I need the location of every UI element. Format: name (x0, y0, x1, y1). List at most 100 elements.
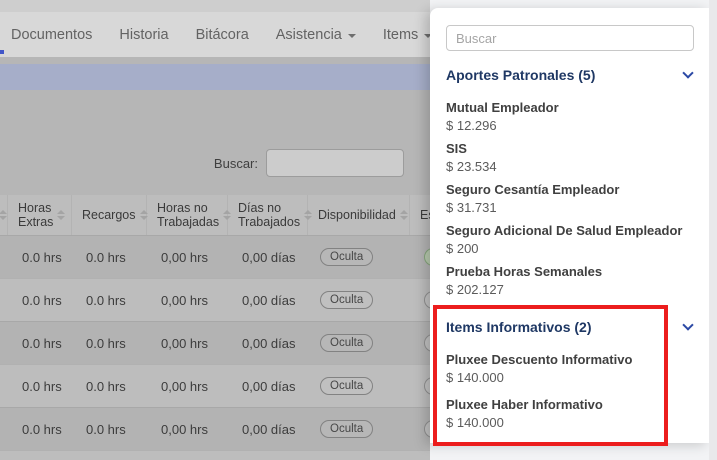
section-items-informativos[interactable]: Items Informativos (2) (446, 317, 694, 337)
disponibilidad-badge: Oculta (320, 420, 373, 438)
table-row-partial (0, 450, 430, 460)
table-header-row: Horas Extras Recargos Horas no Trabajada… (0, 195, 430, 235)
aportes-item-list: Mutual Empleador $ 12.296 SIS $ 23.534 S… (446, 99, 694, 299)
table-row: 0.0 hrs 0.0 hrs 0,00 hrs 0,00 días Ocult… (0, 407, 430, 450)
item-amount: $ 140.000 (446, 414, 694, 432)
tab-items[interactable]: Items (383, 27, 430, 43)
tab-asistencia-label: Asistencia (276, 27, 342, 43)
disponibilidad-badge: Oculta (320, 248, 373, 266)
cell-disponibilidad: Oculta (308, 279, 410, 321)
cell-disponibilidad: Oculta (308, 322, 410, 364)
cell-estado: Cerrada (410, 279, 430, 321)
list-item[interactable]: Pluxee Descuento Informativo $ 140.000 (446, 351, 694, 387)
background-app: Documentos Historia Bitácora Asistencia … (0, 0, 430, 460)
column-label: Horas Extras (18, 201, 53, 230)
tab-documentos[interactable]: Documentos (11, 27, 92, 43)
column-header-stub[interactable] (0, 195, 8, 235)
cell-dias-no-trabajados: 0,00 días (228, 279, 308, 321)
column-header-disponibilidad[interactable]: Disponibilidad (308, 195, 410, 235)
cell-horas-no-trabajadas: 0,00 hrs (147, 322, 228, 364)
cell-dias-no-trabajados: 0,00 días (228, 408, 308, 450)
cell-recargos: 0.0 hrs (72, 279, 147, 321)
item-amount: $ 31.731 (446, 199, 694, 217)
dropdown-zone: Aportes Patronales (5) Mutual Empleador … (430, 0, 717, 460)
cell-estado: Cerrada (410, 408, 430, 450)
column-label: Días no Trabajados (238, 201, 300, 230)
cell-horas-extras: 0.0 hrs (8, 365, 72, 407)
list-item[interactable]: SIS $ 23.534 (446, 140, 694, 176)
disponibilidad-badge: Oculta (320, 377, 373, 395)
list-item[interactable]: Seguro Adicional De Salud Empleador $ 20… (446, 222, 694, 258)
table-search-label: Buscar: (214, 156, 258, 171)
cell-recargos: 0.0 hrs (72, 236, 147, 278)
cell-horas-extras: 0.0 hrs (8, 236, 72, 278)
item-amount: $ 12.296 (446, 117, 694, 135)
column-label: Disponibilidad (318, 208, 396, 222)
table-row: 0.0 hrs 0.0 hrs 0,00 hrs 0,00 días Ocult… (0, 364, 430, 407)
item-name: Mutual Empleador (446, 99, 694, 117)
item-name: Pluxee Descuento Informativo (446, 351, 694, 369)
section-title: Aportes Patronales (5) (446, 67, 595, 83)
disponibilidad-badge: Oculta (320, 291, 373, 309)
cell-dias-no-trabajados: 0,00 días (228, 365, 308, 407)
section-title: Items Informativos (2) (446, 319, 591, 335)
item-amount: $ 23.534 (446, 158, 694, 176)
tab-historia[interactable]: Historia (119, 27, 168, 43)
chevron-down-icon[interactable] (682, 67, 693, 78)
tab-historia-label: Historia (119, 27, 168, 43)
item-name: Seguro Cesantía Empleador (446, 181, 694, 199)
table-search-row: Buscar: (0, 149, 430, 177)
column-header-estado[interactable]: Estado (410, 195, 430, 235)
section-items-informativos-wrapper: Items Informativos (2) Pluxee Descuento … (446, 305, 694, 449)
column-header-recargos[interactable]: Recargos (72, 195, 147, 235)
cell-horas-no-trabajadas: 0,00 hrs (147, 236, 228, 278)
cell-estado: Cerrada (410, 322, 430, 364)
panel-search-input[interactable] (446, 25, 694, 51)
tab-bitacora-label: Bitácora (196, 27, 249, 43)
tab-bitacora[interactable]: Bitácora (196, 27, 249, 43)
toolbar-band (0, 64, 430, 90)
item-name: SIS (446, 140, 694, 158)
list-item[interactable]: Prueba Horas Semanales $ 202.127 (446, 263, 694, 299)
item-name: Pluxee Haber Informativo (446, 396, 694, 414)
column-header-horas-extras[interactable]: Horas Extras (8, 195, 72, 235)
list-item[interactable]: Seguro Cesantía Empleador $ 31.731 (446, 181, 694, 217)
data-table: Horas Extras Recargos Horas no Trabajada… (0, 195, 430, 460)
item-name: Prueba Horas Semanales (446, 263, 694, 281)
active-tab-underline (0, 50, 4, 54)
column-label: Recargos (82, 208, 136, 222)
chevron-down-icon[interactable] (682, 319, 693, 330)
cell-horas-no-trabajadas: 0,00 hrs (147, 408, 228, 450)
tab-documentos-label: Documentos (11, 27, 92, 43)
section-aportes-patronales[interactable]: Aportes Patronales (5) (446, 65, 694, 85)
cell-horas-extras: 0.0 hrs (8, 408, 72, 450)
cell-horas-extras: 0.0 hrs (8, 322, 72, 364)
list-item[interactable]: Pluxee Haber Informativo $ 140.000 (446, 396, 694, 432)
cell-dias-no-trabajados: 0,00 días (228, 322, 308, 364)
cell-disponibilidad: Oculta (308, 365, 410, 407)
column-header-horas-no-trabajadas[interactable]: Horas no Trabajadas (147, 195, 228, 235)
item-name: Seguro Adicional De Salud Empleador (446, 222, 694, 240)
cell-recargos: 0.0 hrs (72, 408, 147, 450)
sort-icon (0, 210, 7, 220)
tab-asistencia[interactable]: Asistencia (276, 27, 356, 43)
sort-icon (57, 210, 65, 220)
table-row: 0.0 hrs 0.0 hrs 0,00 hrs 0,00 días Ocult… (0, 278, 430, 321)
tab-items-label: Items (383, 27, 418, 43)
cell-horas-extras: 0.0 hrs (8, 279, 72, 321)
cell-recargos: 0.0 hrs (72, 365, 147, 407)
column-label: Estado (420, 208, 430, 222)
column-header-dias-no-trabajados[interactable]: Días no Trabajados (228, 195, 308, 235)
table-row: 0.0 hrs 0.0 hrs 0,00 hrs 0,00 días Ocult… (0, 235, 430, 278)
table-search-input[interactable] (266, 149, 404, 177)
list-item[interactable]: Mutual Empleador $ 12.296 (446, 99, 694, 135)
tab-bar: Documentos Historia Bitácora Asistencia … (0, 12, 430, 57)
caret-down-icon (348, 34, 356, 38)
sort-icon (400, 210, 408, 220)
informativos-item-list: Pluxee Descuento Informativo $ 140.000 P… (446, 351, 694, 432)
cell-disponibilidad: Oculta (308, 236, 410, 278)
cell-recargos: 0.0 hrs (72, 322, 147, 364)
cell-estado: Cerrada (410, 365, 430, 407)
table-row: 0.0 hrs 0.0 hrs 0,00 hrs 0,00 días Ocult… (0, 321, 430, 364)
item-amount: $ 202.127 (446, 281, 694, 299)
